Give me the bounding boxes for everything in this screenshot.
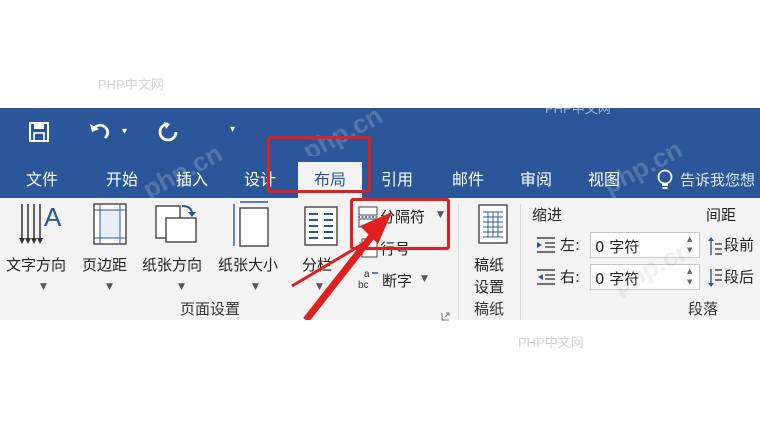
watermark-text: PHP中文网 (518, 335, 584, 350)
annotation-arrow (291, 212, 392, 320)
watermark-text: PHP中文网 (98, 77, 164, 92)
word-window: ▾ ▾ PHP中文网 php.cn 文件 开始 插入 设计 布局 引用 邮件 审… (0, 100, 760, 321)
